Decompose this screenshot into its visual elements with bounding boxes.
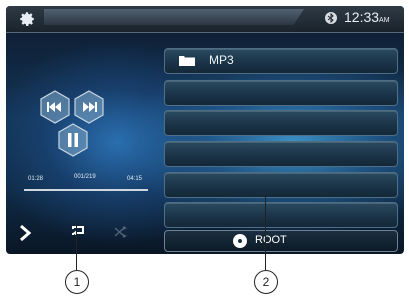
root-label: ROOT: [255, 234, 287, 246]
status-bar: 12:33AM: [6, 6, 404, 33]
bottom-controls: [6, 212, 162, 254]
list-item-label: MP3: [209, 53, 234, 67]
status-strip: [44, 9, 304, 25]
list-item[interactable]: [164, 80, 398, 106]
head-unit-screen: 12:33AM 01:28 001/219 04:15 MP3 ROOT: [6, 6, 404, 254]
chevron-right-icon[interactable]: [18, 224, 32, 242]
callout-line-1: [76, 222, 77, 270]
clock-time: 12:33: [344, 9, 380, 25]
total-time: 04:15: [127, 176, 143, 182]
gear-icon[interactable]: [18, 10, 36, 28]
progress-bar[interactable]: [24, 189, 148, 191]
clock: 12:33AM: [344, 9, 390, 25]
list-item[interactable]: [164, 172, 398, 198]
callout-label: 1: [73, 275, 81, 289]
pause-icon[interactable]: [56, 123, 90, 157]
next-track-icon[interactable]: [72, 90, 106, 124]
playback-info: 01:28 001/219 04:15: [24, 174, 148, 188]
list-item[interactable]: [164, 202, 398, 228]
bluetooth-icon: [325, 12, 337, 24]
list-item[interactable]: MP3: [164, 48, 398, 74]
root-button[interactable]: ROOT: [164, 230, 398, 252]
track-counter: 001/219: [74, 174, 96, 180]
repeat-icon[interactable]: [70, 224, 86, 238]
disc-icon: [233, 234, 247, 248]
callout-label: 2: [262, 275, 270, 289]
shuffle-icon[interactable]: [114, 226, 128, 238]
previous-track-icon[interactable]: [38, 90, 72, 124]
clock-ampm: AM: [379, 17, 390, 24]
list-item[interactable]: [164, 110, 398, 136]
callout-2: 2: [254, 270, 278, 294]
elapsed-time: 01:28: [28, 176, 44, 182]
list-item[interactable]: [164, 141, 398, 167]
callout-line-2: [265, 196, 266, 270]
folder-icon: [179, 56, 195, 66]
callout-1: 1: [65, 270, 89, 294]
